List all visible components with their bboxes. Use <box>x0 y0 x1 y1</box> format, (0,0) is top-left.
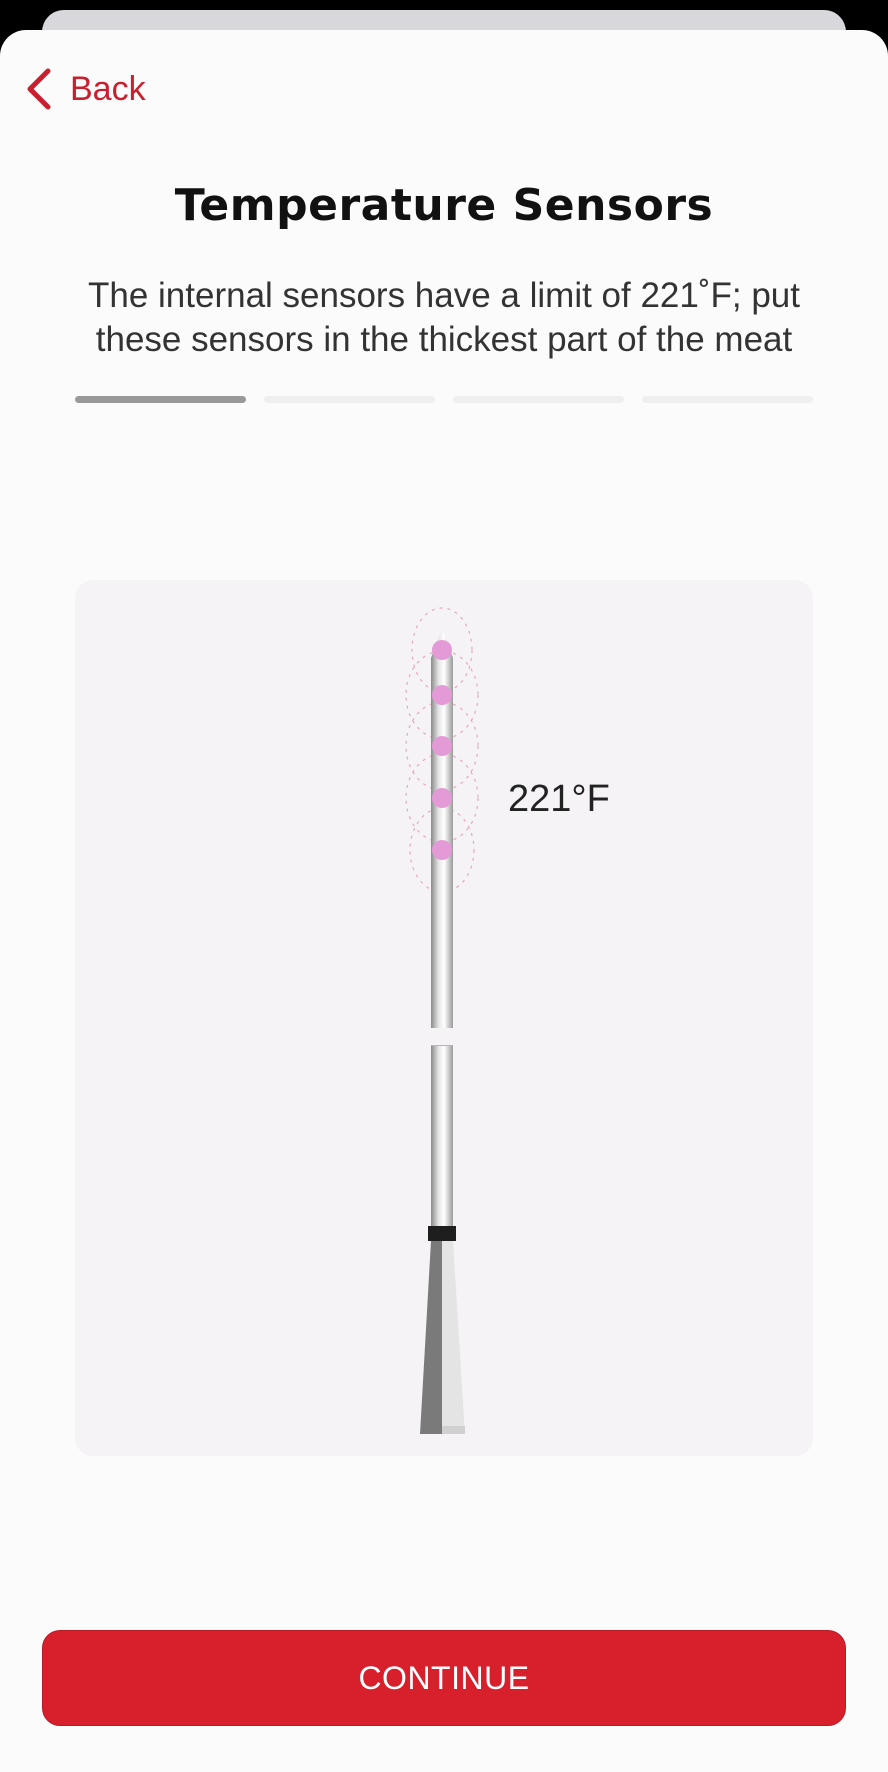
sensor-dot <box>432 788 452 808</box>
sensor-dot <box>432 736 452 756</box>
back-label: Back <box>70 69 146 108</box>
probe-illustration: 221°F <box>75 580 813 1456</box>
chevron-left-icon <box>27 68 51 110</box>
probe-shaft-lower <box>431 1046 453 1226</box>
sensor-dot <box>432 840 452 860</box>
page-subtitle: The internal sensors have a limit of 221… <box>87 276 800 359</box>
sensor-dot <box>432 640 452 660</box>
progress-step-1 <box>75 396 246 403</box>
progress-step-2 <box>264 396 435 403</box>
back-button[interactable]: Back <box>24 64 146 114</box>
probe-handle-light <box>442 1241 465 1434</box>
modal-sheet: Back Temperature Sensors The internal se… <box>0 30 888 1772</box>
continue-button[interactable]: CONTINUE <box>42 1630 846 1726</box>
probe-band <box>428 1226 456 1241</box>
progress-step-3 <box>453 396 624 403</box>
progress-step-4 <box>642 396 813 403</box>
probe-handle-dark <box>420 1241 442 1434</box>
step-progress-indicator <box>75 396 813 404</box>
page-title: Temperature Sensors <box>174 180 714 231</box>
temperature-limit-label: 221°F <box>508 778 610 820</box>
temperature-probe-graphic <box>405 607 479 1434</box>
sensor-dot <box>432 685 452 705</box>
